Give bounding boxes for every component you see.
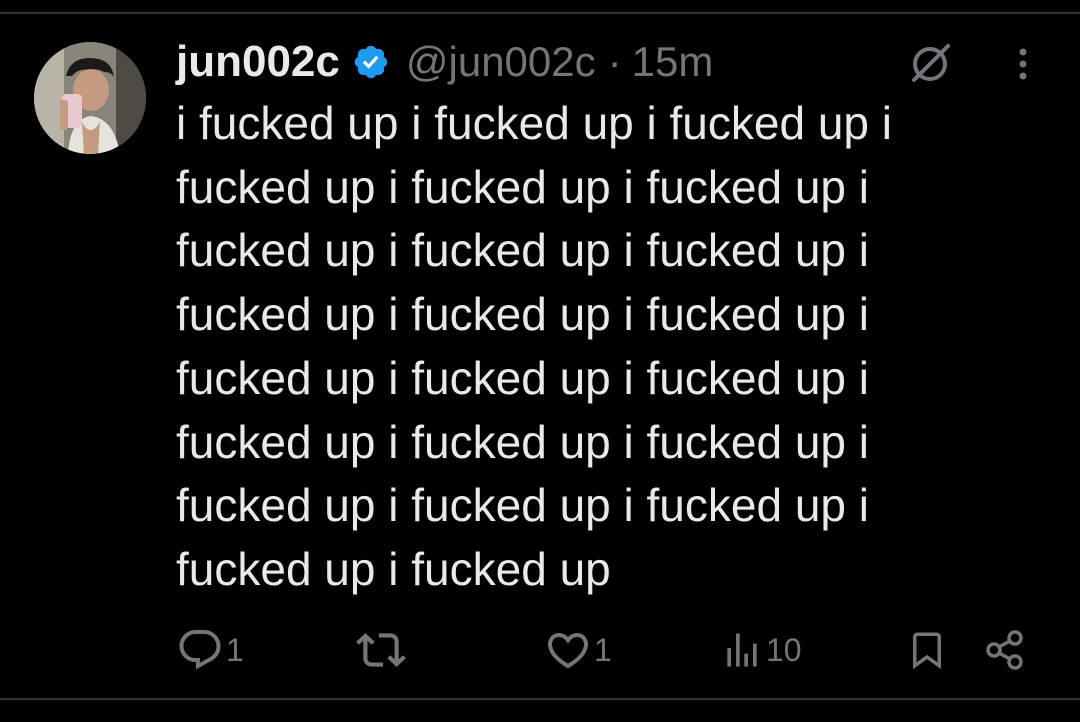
more-options-icon[interactable]: [1002, 40, 1044, 88]
views-icon: [727, 633, 757, 667]
bottom-divider: [0, 698, 1080, 700]
grok-icon[interactable]: [906, 38, 956, 88]
like-button[interactable]: 1: [544, 620, 612, 680]
user-handle[interactable]: @jun002c: [406, 38, 596, 86]
reply-button[interactable]: 1: [176, 620, 244, 680]
bookmark-icon: [913, 632, 941, 670]
display-name[interactable]: jun002c: [176, 37, 340, 87]
tweet-text-line: fucked up i fucked up i fucked up i: [176, 224, 869, 277]
tweet-header: jun002c @jun002c · 15m: [176, 34, 713, 90]
heart-icon: [547, 633, 589, 669]
tweet-text-line: fucked up i fucked up i fucked up i: [176, 351, 869, 404]
tweet-text-line: fucked up i fucked up i fucked up i: [176, 288, 869, 341]
bookmark-button[interactable]: [906, 620, 948, 680]
verified-badge-icon[interactable]: [352, 43, 390, 81]
retweet-icon: [356, 633, 406, 667]
avatar[interactable]: [34, 42, 146, 154]
retweet-button[interactable]: [356, 620, 408, 680]
tweet-text-line: i fucked up i fucked up i fucked up i: [176, 97, 892, 149]
views-count: 10: [766, 631, 802, 668]
like-count: 1: [594, 631, 612, 668]
reply-icon: [179, 630, 221, 670]
views-button[interactable]: 10: [720, 620, 802, 680]
reply-count: 1: [226, 631, 244, 668]
timestamp[interactable]: 15m: [632, 38, 714, 86]
tweet-text-line: fucked up i fucked up i fucked up i: [176, 160, 869, 213]
tweet-text: i fucked up i fucked up i fucked up i fu…: [176, 92, 976, 602]
tweet-text-line: fucked up i fucked up i fucked up i: [176, 415, 869, 468]
share-icon: [986, 630, 1023, 670]
tweet-text-line: fucked up i fucked up i fucked up i: [176, 479, 869, 532]
tweet-card[interactable]: jun002c @jun002c · 15m i fucked up i fuc…: [0, 0, 1080, 722]
separator-dot: ·: [607, 38, 622, 85]
top-divider: [0, 12, 1080, 14]
share-button[interactable]: [984, 620, 1026, 680]
action-bar: 1 1 10: [0, 620, 1080, 680]
tweet-text-line: fucked up i fucked up: [176, 542, 611, 595]
